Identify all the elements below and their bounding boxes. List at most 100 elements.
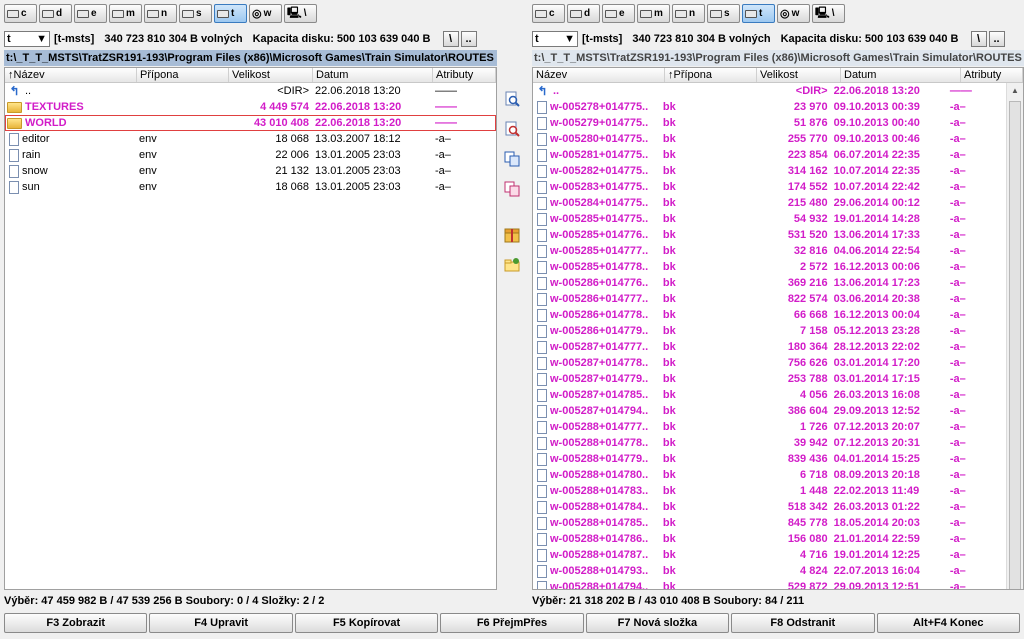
copy-icon[interactable] <box>503 150 521 168</box>
file-row[interactable]: w-005288+014793.. bk 4 824 22.07.2013 16:04… <box>533 563 1006 579</box>
file-row[interactable]: WORLD 43 010 408 22.06.2018 13:20 —— <box>5 115 496 131</box>
file-row[interactable]: w-005288+014783.. bk 1 448 22.02.2013 11:49… <box>533 483 1006 499</box>
file-row[interactable]: w-005288+014778.. bk 39 942 07.12.2013 20:3… <box>533 435 1006 451</box>
find-icon[interactable] <box>503 90 521 108</box>
drive-button-t[interactable]: t <box>214 4 247 23</box>
left-file-list[interactable]: ↑Název Přípona Velikost Datum Atributy ↰… <box>4 67 497 590</box>
file-row[interactable]: w-005285+014778.. bk 2 572 16.12.2013 00:06… <box>533 259 1006 275</box>
right-drive-combo[interactable]: t ▼ <box>532 31 578 47</box>
file-row[interactable]: w-005288+014785.. bk 845 778 18.05.2014 20:… <box>533 515 1006 531</box>
drive-button-n[interactable]: n <box>672 4 705 23</box>
file-row[interactable]: w-005288+014784.. bk 518 342 26.03.2013 01:… <box>533 499 1006 515</box>
drive-button-w[interactable]: ◎ w <box>249 4 282 23</box>
file-row[interactable]: w-005288+014787.. bk 4 716 19.01.2014 12:25… <box>533 547 1006 563</box>
file-date: 29.09.2013 12:51 <box>833 581 920 590</box>
file-row[interactable]: w-005287+014779.. bk 253 788 03.01.2014 17:… <box>533 371 1006 387</box>
header-size[interactable]: Velikost <box>229 68 313 82</box>
drive-button-e[interactable]: e <box>74 4 107 23</box>
header-date[interactable]: Datum <box>841 68 961 82</box>
drive-button-w[interactable]: ◎ w <box>777 4 810 23</box>
file-row[interactable]: w-005282+014775.. bk 314 162 10.07.2014 22:… <box>533 163 1006 179</box>
find-red-icon[interactable] <box>503 120 521 138</box>
fkey-button-2[interactable]: F4 Upravit <box>149 613 293 633</box>
file-row[interactable]: w-005285+014776.. bk 531 520 13.06.2014 17:… <box>533 227 1006 243</box>
left-path-bar[interactable]: t:\_T_T_MSTS\TratZSR191-193\Program File… <box>4 50 497 66</box>
file-row[interactable]: w-005278+014775.. bk 23 970 09.10.2013 00:3… <box>533 99 1006 115</box>
file-row[interactable]: w-005288+014779.. bk 839 436 04.01.2014 15:… <box>533 451 1006 467</box>
drive-button-s[interactable]: s <box>179 4 212 23</box>
network-drive-button[interactable]: 🖳 \ <box>284 4 317 23</box>
file-row[interactable]: ↰.. <DIR> 22.06.2018 13:20 —— <box>5 83 496 99</box>
scroll-thumb[interactable] <box>1009 101 1021 589</box>
right-up-button[interactable]: .. <box>988 31 1005 47</box>
file-name-text: w-005287+014777.. <box>550 341 649 353</box>
archive-icon[interactable] <box>503 226 521 244</box>
file-row[interactable]: w-005287+014785.. bk 4 056 26.03.2013 16:08… <box>533 387 1006 403</box>
file-row[interactable]: w-005281+014775.. bk 223 854 06.07.2014 22:… <box>533 147 1006 163</box>
fkey-button-4[interactable]: F6 PřejmPřes <box>440 613 584 633</box>
file-row[interactable]: TEXTURES 4 449 574 22.06.2018 13:20 —— <box>5 99 496 115</box>
file-row[interactable]: rain env 22 006 13.01.2005 23:03 -a– <box>5 147 496 163</box>
file-row[interactable]: sun env 18 068 13.01.2005 23:03 -a– <box>5 179 496 195</box>
file-row[interactable]: snow env 21 132 13.01.2005 23:03 -a– <box>5 163 496 179</box>
right-file-list[interactable]: Název ↑Přípona Velikost Datum Atributy ↰… <box>532 67 1024 590</box>
header-date[interactable]: Datum <box>313 68 433 82</box>
drive-button-c[interactable]: c <box>532 4 565 23</box>
drive-button-d[interactable]: d <box>567 4 600 23</box>
file-row[interactable]: w-005288+014780.. bk 6 718 08.09.2013 20:18… <box>533 467 1006 483</box>
file-row[interactable]: w-005288+014777.. bk 1 726 07.12.2013 20:07… <box>533 419 1006 435</box>
file-row[interactable]: w-005286+014777.. bk 822 574 03.06.2014 20:… <box>533 291 1006 307</box>
fkey-button-3[interactable]: F5 Kopírovat <box>294 613 439 633</box>
network-drive-button[interactable]: 🖳 \ <box>812 4 845 23</box>
header-name[interactable]: ↑Název <box>5 68 137 82</box>
right-path-bar[interactable]: t:\_T_T_MSTS\TratZSR191-193\Program File… <box>532 50 1024 66</box>
folder-icon <box>7 101 22 113</box>
drive-button-t[interactable]: t <box>742 4 775 23</box>
drive-letter: c <box>21 8 27 19</box>
file-row[interactable]: ↰.. <DIR> 22.06.2018 13:20 —— <box>533 83 1006 99</box>
compare-icon[interactable] <box>503 180 521 198</box>
file-row[interactable]: w-005286+014778.. bk 66 668 16.12.2013 00:0… <box>533 307 1006 323</box>
fkey-button-7[interactable]: Alt+F4 Konec <box>876 613 1020 633</box>
header-size[interactable]: Velikost <box>757 68 841 82</box>
drive-button-d[interactable]: d <box>39 4 72 23</box>
header-attr[interactable]: Atributy <box>961 68 1023 82</box>
file-icon <box>537 388 547 402</box>
fkey-button-6[interactable]: F8 Odstranit <box>731 613 875 633</box>
file-row[interactable]: w-005283+014775.. bk 174 552 10.07.2014 22:… <box>533 179 1006 195</box>
header-ext[interactable]: Přípona <box>137 68 229 82</box>
file-row[interactable]: w-005287+014794.. bk 386 604 29.09.2013 12:… <box>533 403 1006 419</box>
scroll-up-icon[interactable]: ▲ <box>1007 83 1023 99</box>
file-row[interactable]: w-005288+014794.. bk 529 872 29.09.2013 12:… <box>533 579 1006 590</box>
file-row[interactable]: w-005280+014775.. bk 255 770 09.10.2013 00:… <box>533 131 1006 147</box>
file-row[interactable]: w-005287+014777.. bk 180 364 28.12.2013 22:… <box>533 339 1006 355</box>
drive-button-m[interactable]: m <box>637 4 670 23</box>
left-drive-combo[interactable]: t ▼ <box>4 31 50 47</box>
file-row[interactable]: w-005287+014778.. bk 756 626 03.01.2014 17:… <box>533 355 1006 371</box>
file-row[interactable]: w-005285+014777.. bk 32 816 04.06.2014 22:5… <box>533 243 1006 259</box>
file-row[interactable]: w-005288+014786.. bk 156 080 21.01.2014 22:… <box>533 531 1006 547</box>
drive-button-n[interactable]: n <box>144 4 177 23</box>
left-root-button[interactable]: \ <box>442 31 459 47</box>
drive-button-c[interactable]: c <box>4 4 37 23</box>
right-root-button[interactable]: \ <box>970 31 987 47</box>
file-row[interactable]: w-005285+014775.. bk 54 932 19.01.2014 14:2… <box>533 211 1006 227</box>
header-attr[interactable]: Atributy <box>433 68 496 82</box>
header-ext[interactable]: ↑Přípona <box>665 68 757 82</box>
right-scrollbar[interactable]: ▲ <box>1006 83 1023 589</box>
file-name: w-005288+014779.. <box>533 452 661 466</box>
drive-button-e[interactable]: e <box>602 4 635 23</box>
file-row[interactable]: w-005286+014779.. bk 7 158 05.12.2013 23:28… <box>533 323 1006 339</box>
new-folder-icon[interactable] <box>503 256 521 274</box>
file-row[interactable]: w-005284+014775.. bk 215 480 29.06.2014 00:… <box>533 195 1006 211</box>
file-name-text: w-005288+014785.. <box>550 517 649 529</box>
header-name[interactable]: Název <box>533 68 665 82</box>
fkey-button-1[interactable]: F3 Zobrazit <box>4 613 148 633</box>
file-row[interactable]: w-005279+014775.. bk 51 876 09.10.2013 00:4… <box>533 115 1006 131</box>
drive-button-s[interactable]: s <box>707 4 740 23</box>
drive-button-m[interactable]: m <box>109 4 142 23</box>
file-row[interactable]: editor env 18 068 13.03.2007 18:12 -a– <box>5 131 496 147</box>
file-row[interactable]: w-005286+014776.. bk 369 216 13.06.2014 17:… <box>533 275 1006 291</box>
fkey-button-5[interactable]: F7 Nová složka <box>585 613 730 633</box>
left-up-button[interactable]: .. <box>460 31 477 47</box>
